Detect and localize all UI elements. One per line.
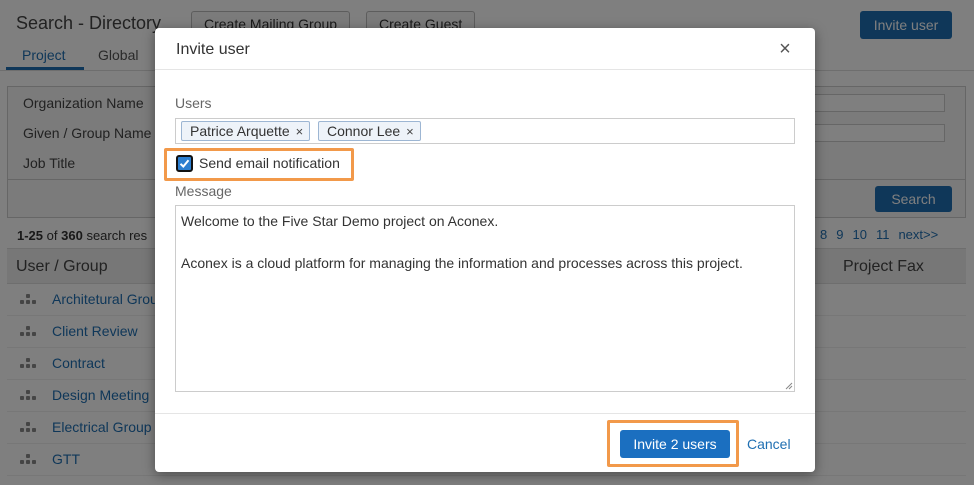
invite-user-dialog: Invite user × Users Patrice Arquette × Co… xyxy=(155,28,815,472)
user-chip: Connor Lee × xyxy=(318,121,421,141)
send-email-notification-checkbox[interactable] xyxy=(176,155,193,172)
checkmark-icon xyxy=(179,159,190,168)
user-chip-name: Connor Lee xyxy=(327,123,401,139)
resize-handle-icon[interactable] xyxy=(783,380,793,390)
user-chip-name: Patrice Arquette xyxy=(190,123,290,139)
message-label: Message xyxy=(175,183,232,199)
dialog-header: Invite user × xyxy=(155,28,815,70)
invite-users-button[interactable]: Invite 2 users xyxy=(620,430,730,458)
cancel-link[interactable]: Cancel xyxy=(747,436,791,452)
dialog-footer: Invite 2 users Cancel xyxy=(155,413,815,472)
message-textarea[interactable]: Welcome to the Five Star Demo project on… xyxy=(175,205,795,392)
dialog-title: Invite user xyxy=(176,41,250,58)
remove-user-icon[interactable]: × xyxy=(406,124,414,139)
users-input[interactable]: Patrice Arquette × Connor Lee × xyxy=(175,118,795,144)
remove-user-icon[interactable]: × xyxy=(296,124,304,139)
send-email-notification-label[interactable]: Send email notification xyxy=(199,155,340,171)
close-icon[interactable]: × xyxy=(777,39,793,59)
user-chip: Patrice Arquette × xyxy=(181,121,311,141)
users-label: Users xyxy=(175,95,212,111)
